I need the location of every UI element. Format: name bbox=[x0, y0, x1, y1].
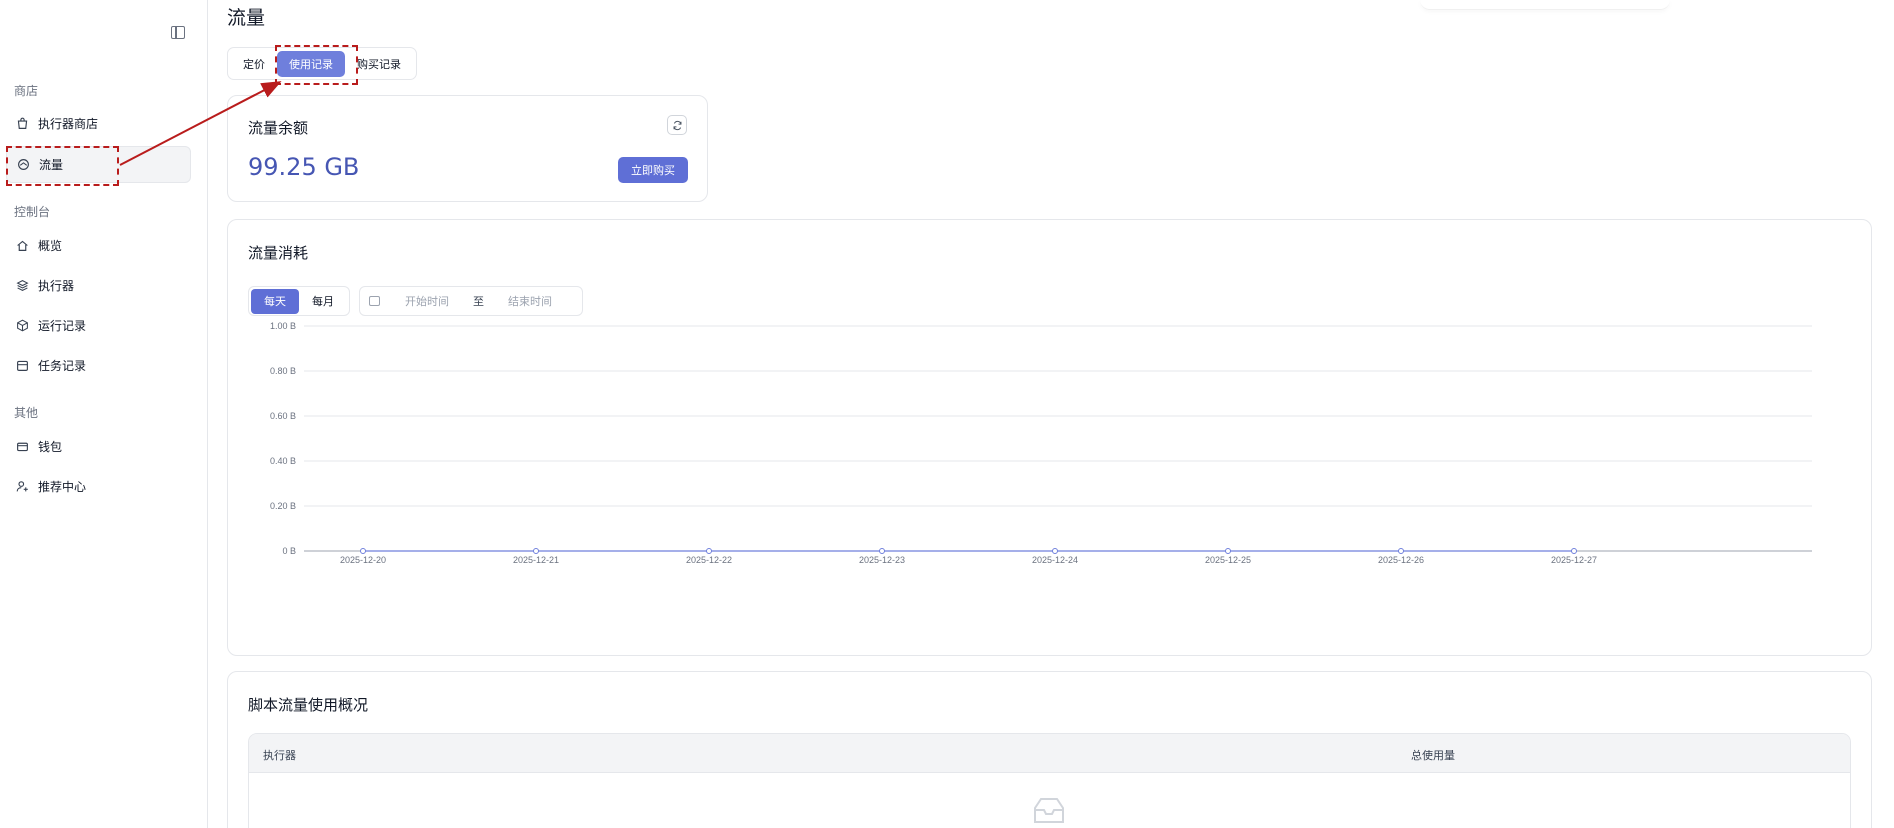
calendar-icon bbox=[369, 296, 380, 306]
range-toggle: 每天 每月 bbox=[248, 286, 350, 316]
top-dropdown-edge bbox=[1420, 0, 1670, 10]
sidebar-item-task-records[interactable]: 任务记录 bbox=[6, 347, 191, 384]
data-point bbox=[879, 548, 885, 554]
x-tick-label: 2025-12-26 bbox=[1378, 555, 1424, 565]
buy-now-button[interactable]: 立即购买 bbox=[618, 157, 688, 183]
sidebar-item-wallet[interactable]: 钱包 bbox=[6, 428, 191, 465]
sidebar-item-label: 执行器 bbox=[38, 279, 75, 293]
y-tick-label: 0.40 B bbox=[270, 456, 296, 466]
data-point bbox=[1225, 548, 1231, 554]
sidebar-item-label: 推荐中心 bbox=[38, 480, 87, 494]
balance-value: 99.25 GB bbox=[248, 153, 360, 181]
balance-card: 流量余额 99.25 GB 立即购买 bbox=[227, 95, 708, 202]
empty-inbox-icon bbox=[1034, 798, 1064, 823]
data-point bbox=[360, 548, 366, 554]
range-monthly-button[interactable]: 每月 bbox=[299, 289, 347, 314]
sidebar-group-other: 其他 bbox=[14, 406, 39, 420]
sidebar-item-label: 任务记录 bbox=[38, 359, 87, 373]
column-total-usage: 总使用量 bbox=[1411, 749, 1455, 762]
sidebar-group-shop: 商店 bbox=[14, 84, 39, 98]
data-point bbox=[1571, 548, 1577, 554]
range-daily-button[interactable]: 每天 bbox=[251, 288, 299, 314]
sidebar-item-run-records[interactable]: 运行记录 bbox=[6, 307, 191, 344]
tab-pricing[interactable]: 定价 bbox=[231, 51, 277, 77]
sidebar-item-label: 钱包 bbox=[38, 440, 63, 454]
x-tick-label: 2025-12-21 bbox=[513, 555, 559, 565]
script-usage-title: 脚本流量使用概况 bbox=[248, 696, 369, 714]
sidebar-item-executor[interactable]: 执行器 bbox=[6, 267, 191, 304]
x-tick-label: 2025-12-24 bbox=[1032, 555, 1078, 565]
x-tick-label: 2025-12-23 bbox=[859, 555, 905, 565]
data-point bbox=[1398, 548, 1404, 554]
refresh-button[interactable] bbox=[667, 115, 687, 135]
box-icon bbox=[17, 319, 28, 332]
y-tick-label: 0.80 B bbox=[270, 366, 296, 376]
calendar-icon bbox=[17, 360, 28, 371]
wallet-icon bbox=[17, 442, 28, 452]
app-window: 商店 执行器商店 流量 控制台 概览 执行器 运行记录 任务记录 其他 钱包 推… bbox=[0, 0, 1894, 828]
date-range-separator: 至 bbox=[473, 295, 484, 308]
layers-icon bbox=[16, 280, 29, 291]
balance-title: 流量余额 bbox=[248, 119, 309, 137]
y-tick-label: 0.20 B bbox=[270, 501, 296, 511]
annotation-box-usage-tab bbox=[275, 45, 358, 85]
consumption-card: 流量消耗 每天 每月 开始时间 至 结束时间 0 B 0.20 B 0.40 B 0.… bbox=[227, 219, 1872, 656]
home-icon bbox=[17, 240, 28, 251]
sidebar-item-label: 运行记录 bbox=[38, 319, 87, 333]
y-tick-label: 0.60 B bbox=[270, 411, 296, 421]
page-title: 流量 bbox=[227, 7, 266, 29]
shopping-bag-icon bbox=[17, 117, 28, 129]
script-usage-table: 执行器 总使用量 bbox=[248, 733, 1851, 828]
refresh-icon bbox=[673, 120, 681, 130]
sidebar-item-label: 执行器商店 bbox=[38, 117, 99, 131]
sidebar-item-overview[interactable]: 概览 bbox=[6, 227, 191, 264]
user-plus-icon bbox=[16, 481, 28, 492]
sidebar-item-executor-store[interactable]: 执行器商店 bbox=[6, 105, 191, 142]
x-tick-label: 2025-12-22 bbox=[686, 555, 732, 565]
date-range-picker[interactable]: 开始时间 至 结束时间 bbox=[359, 286, 583, 316]
data-point bbox=[1052, 548, 1058, 554]
annotation-box-sidebar-traffic bbox=[6, 146, 119, 186]
sidebar: 商店 执行器商店 流量 控制台 概览 执行器 运行记录 任务记录 其他 钱包 推… bbox=[0, 0, 208, 828]
traffic-line-chart: 0 B 0.20 B 0.40 B 0.60 B 0.80 B 1.00 B 2025-12… bbox=[270, 321, 1812, 565]
consumption-title: 流量消耗 bbox=[248, 244, 309, 262]
sidebar-collapse-icon[interactable] bbox=[171, 26, 185, 39]
sidebar-item-label: 概览 bbox=[38, 239, 63, 253]
y-tick-label: 0 B bbox=[282, 546, 296, 556]
start-date-input[interactable]: 开始时间 bbox=[405, 293, 449, 309]
sidebar-item-referral[interactable]: 推荐中心 bbox=[6, 468, 191, 505]
column-executor: 执行器 bbox=[263, 749, 296, 762]
x-tick-label: 2025-12-25 bbox=[1205, 555, 1251, 565]
x-tick-label: 2025-12-27 bbox=[1551, 555, 1597, 565]
sidebar-group-console: 控制台 bbox=[14, 205, 51, 219]
table-header: 执行器 总使用量 bbox=[249, 734, 1850, 773]
end-date-input[interactable]: 结束时间 bbox=[508, 293, 552, 309]
y-tick-label: 1.00 B bbox=[270, 321, 296, 331]
x-tick-label: 2025-12-20 bbox=[340, 555, 386, 565]
script-usage-card: 脚本流量使用概况 执行器 总使用量 bbox=[227, 671, 1872, 828]
data-point bbox=[706, 548, 712, 554]
data-point bbox=[533, 548, 539, 554]
